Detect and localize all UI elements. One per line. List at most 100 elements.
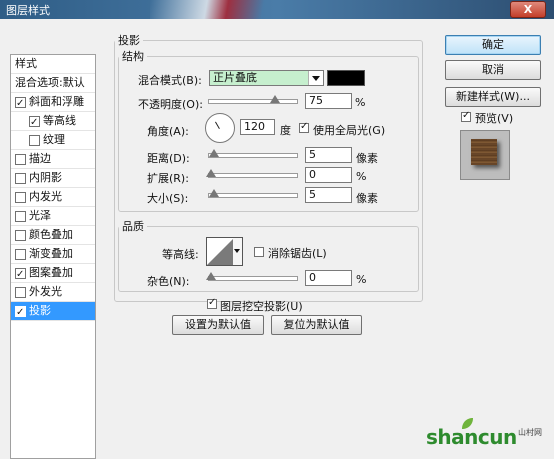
angle-dial-needle	[215, 121, 220, 129]
style-list-label: 投影	[29, 304, 51, 317]
style-list-label: 纹理	[43, 133, 65, 146]
style-list: 样式混合选项:默认斜面和浮雕等高线纹理描边内阴影内发光光泽颜色叠加渐变叠加图案叠…	[10, 54, 96, 459]
shadow-color-swatch[interactable]	[327, 70, 365, 86]
knockout-label: 图层挖空投影(U)	[220, 300, 303, 313]
watermark-small-text: 山村网	[518, 428, 542, 437]
spread-unit: %	[356, 170, 367, 183]
distance-unit: 像素	[356, 152, 378, 165]
style-list-label: 混合选项:默认	[15, 76, 85, 89]
noise-slider[interactable]	[206, 272, 298, 281]
style-list-label: 光泽	[29, 209, 51, 222]
size-slider-thumb[interactable]	[209, 189, 219, 197]
close-button[interactable]: X	[510, 1, 546, 18]
style-list-item[interactable]: 混合选项:默认	[11, 74, 95, 93]
style-checkbox[interactable]	[29, 135, 40, 146]
drop-shadow-title: 投影	[118, 34, 140, 47]
cancel-button[interactable]: 取消	[445, 60, 541, 80]
style-checkbox[interactable]	[15, 173, 26, 184]
opacity-slider-thumb[interactable]	[270, 95, 280, 103]
style-list-item[interactable]: 斜面和浮雕	[11, 93, 95, 113]
style-checkbox[interactable]	[15, 287, 26, 298]
layer-style-dialog: 样式混合选项:默认斜面和浮雕等高线纹理描边内阴影内发光光泽颜色叠加渐变叠加图案叠…	[0, 19, 554, 459]
style-checkbox[interactable]	[29, 114, 40, 132]
chevron-down-icon	[234, 249, 240, 253]
distance-slider-thumb[interactable]	[209, 149, 219, 157]
anti-alias-checkbox[interactable]	[254, 247, 264, 257]
reset-default-button[interactable]: 复位为默认值	[271, 315, 362, 335]
distance-input[interactable]: 5	[305, 147, 352, 163]
blend-mode-select[interactable]: 正片叠底	[209, 70, 324, 86]
noise-unit: %	[356, 273, 367, 286]
style-list-item[interactable]: 颜色叠加	[11, 226, 95, 245]
style-checkbox[interactable]	[15, 211, 26, 222]
style-checkbox[interactable]	[15, 249, 26, 260]
size-unit: 像素	[356, 192, 378, 205]
structure-title: 结构	[122, 50, 144, 63]
opacity-unit: %	[355, 96, 366, 109]
style-list-label: 描边	[29, 152, 51, 165]
distance-slider[interactable]	[208, 149, 298, 158]
style-list-item[interactable]: 纹理	[11, 131, 95, 150]
style-list-item[interactable]: 光泽	[11, 207, 95, 226]
style-list-label: 外发光	[29, 285, 62, 298]
style-list-item[interactable]: 投影	[11, 302, 95, 322]
spread-slider[interactable]	[206, 169, 298, 178]
spread-slider-thumb[interactable]	[206, 169, 216, 177]
style-list-item[interactable]: 描边	[11, 150, 95, 169]
make-default-button[interactable]: 设置为默认值	[172, 315, 264, 335]
style-list-label: 斜面和浮雕	[29, 95, 84, 108]
quality-title: 品质	[122, 220, 144, 233]
knockout-checkbox[interactable]	[207, 297, 217, 309]
style-list-label: 渐变叠加	[29, 247, 73, 260]
style-list-label: 图案叠加	[29, 266, 73, 279]
anti-alias-label: 消除锯齿(L)	[268, 247, 327, 260]
style-list-label: 内发光	[29, 190, 62, 203]
noise-slider-thumb[interactable]	[206, 272, 216, 280]
watermark-text: shancun	[426, 425, 517, 449]
angle-input[interactable]: 120	[240, 119, 275, 135]
style-checkbox[interactable]	[15, 266, 26, 284]
angle-unit: 度	[280, 124, 291, 137]
style-list-item[interactable]: 内发光	[11, 188, 95, 207]
ok-button[interactable]: 确定	[445, 35, 541, 55]
spread-input[interactable]: 0	[305, 167, 352, 183]
noise-label: 杂色(N):	[147, 275, 190, 288]
size-label: 大小(S):	[147, 192, 189, 205]
contour-label: 等高线:	[162, 248, 199, 261]
style-list-item[interactable]: 内阴影	[11, 169, 95, 188]
preview-checkbox[interactable]	[461, 110, 471, 122]
contour-curve-icon	[207, 238, 234, 265]
angle-dial[interactable]	[205, 113, 235, 143]
size-input[interactable]: 5	[305, 187, 352, 203]
noise-input[interactable]: 0	[305, 270, 352, 286]
opacity-label: 不透明度(O):	[138, 98, 203, 111]
new-style-button[interactable]: 新建样式(W)...	[445, 87, 541, 107]
style-list-label: 内阴影	[29, 171, 62, 184]
style-list-item[interactable]: 渐变叠加	[11, 245, 95, 264]
angle-label: 角度(A):	[147, 125, 189, 138]
style-checkbox[interactable]	[15, 95, 26, 113]
style-list-label: 样式	[15, 57, 37, 70]
style-list-item[interactable]: 等高线	[11, 112, 95, 132]
watermark: shancun 山村网	[424, 418, 552, 451]
spread-label: 扩展(R):	[147, 172, 189, 185]
size-slider[interactable]	[208, 189, 298, 198]
style-checkbox[interactable]	[15, 230, 26, 241]
preview-label: 预览(V)	[475, 112, 514, 125]
opacity-input[interactable]: 75	[305, 93, 352, 109]
style-list-label: 等高线	[43, 114, 76, 127]
style-checkbox[interactable]	[15, 304, 26, 322]
contour-picker[interactable]	[206, 237, 235, 266]
style-checkbox[interactable]	[15, 192, 26, 203]
blend-mode-label: 混合模式(B):	[138, 74, 202, 87]
style-preview	[460, 130, 510, 180]
style-list-item[interactable]: 外发光	[11, 283, 95, 302]
opacity-slider[interactable]	[208, 95, 298, 104]
style-checkbox[interactable]	[15, 154, 26, 165]
window-title: 图层样式	[6, 4, 50, 17]
contour-dropdown-button[interactable]	[233, 237, 243, 266]
style-list-item[interactable]: 样式	[11, 55, 95, 74]
preview-swatch	[471, 139, 497, 165]
style-list-item[interactable]: 图案叠加	[11, 264, 95, 284]
global-light-checkbox[interactable]	[299, 121, 309, 133]
